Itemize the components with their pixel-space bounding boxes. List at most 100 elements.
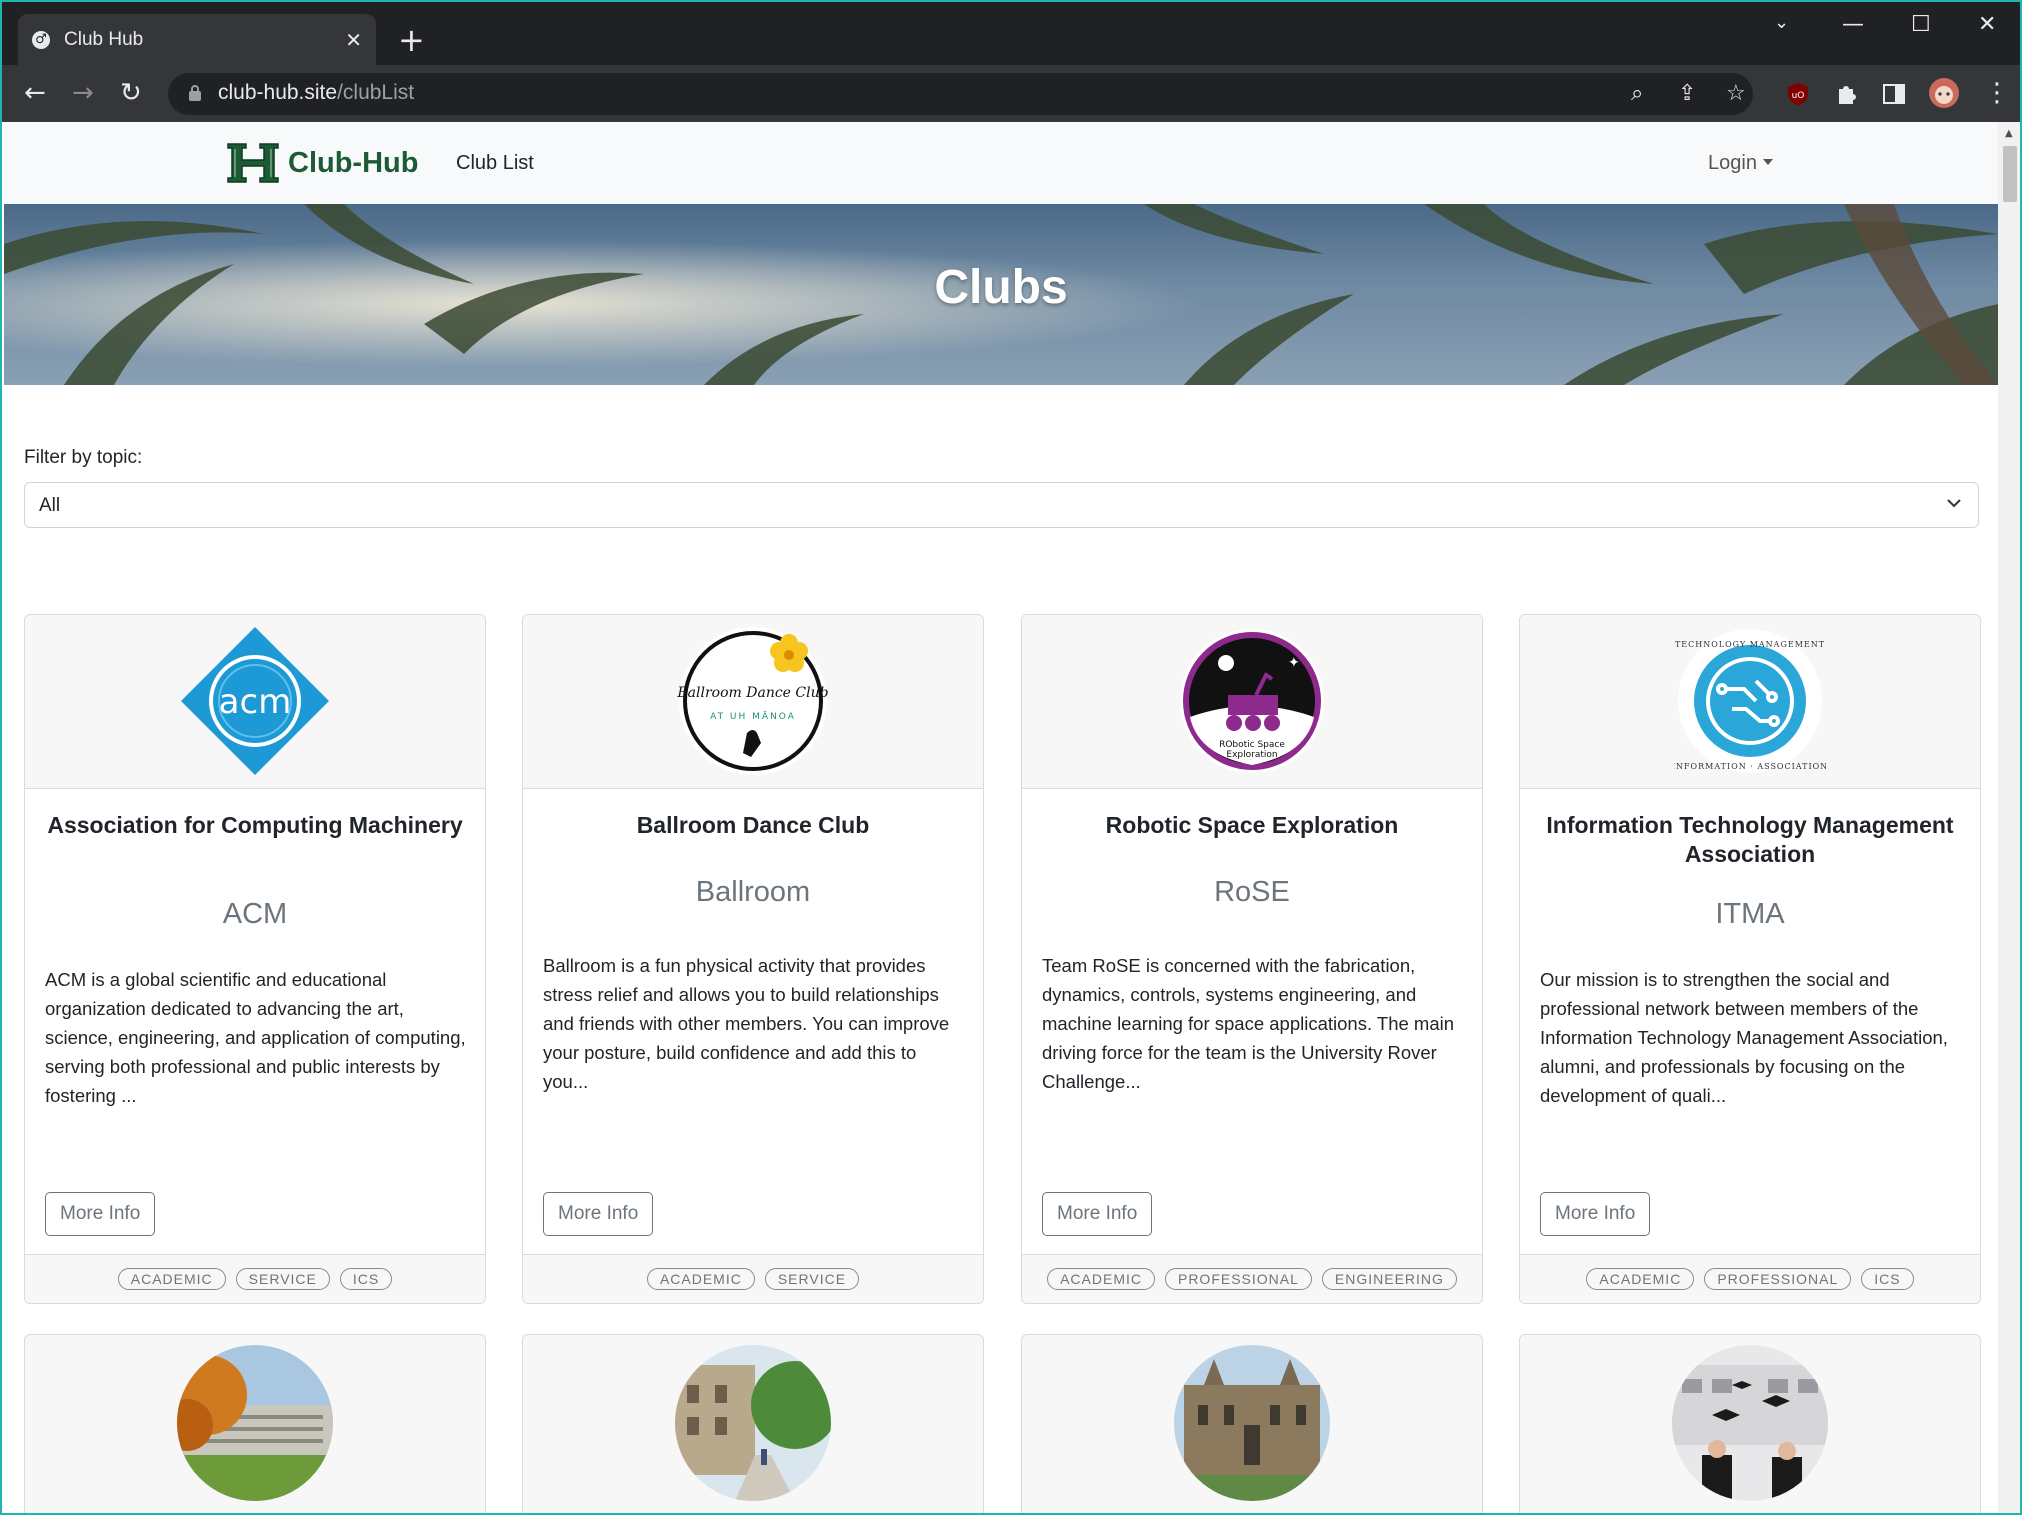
club-name: Robotic Space Exploration [1105,812,1399,838]
scrollbar-thumb[interactable] [2003,146,2017,202]
brand-name: Club-Hub [288,146,419,179]
club-photo-graduation [1672,1345,1828,1501]
tag-badge[interactable]: ACADEMIC [1047,1268,1155,1290]
club-card [1021,1334,1483,1513]
share-icon[interactable]: ⇪ [1678,81,1696,106]
chevron-down-icon [1947,499,1961,508]
rose-logo-text: RObotic Space [1219,740,1285,750]
club-card [522,1334,984,1513]
tag-badge[interactable]: ENGINEERING [1321,1268,1457,1290]
ballroom-logo-subtext: AT UH MĀNOA [710,711,796,722]
club-description: Our mission is to strengthen the social … [1540,969,1948,1106]
club-photo-campus-path [675,1345,831,1501]
tag-badge[interactable]: SERVICE [235,1268,330,1290]
more-info-button[interactable]: More Info [543,1192,654,1236]
more-info-button[interactable]: More Info [1540,1192,1651,1236]
more-info-button[interactable]: More Info [1042,1192,1153,1236]
club-card [24,1334,486,1513]
topic-filter-select[interactable]: All [24,482,1979,528]
tag-badge[interactable]: PROFESSIONAL [1164,1268,1312,1290]
zoom-icon[interactable]: ⌕ [1631,81,1643,106]
ublock-icon[interactable]: uO [1785,81,1811,107]
close-window-icon[interactable]: ✕ [1978,12,1996,37]
rose-logo-subtext: Exploration [1226,750,1277,760]
tag-badge[interactable]: ICS [339,1268,393,1290]
page-viewport: Club-Hub Club List Login Clubs Filter by… [4,122,1998,1513]
profile-avatar[interactable] [1928,77,1960,109]
close-tab-icon[interactable]: ✕ [345,28,362,52]
svg-text:✦: ✦ [1288,655,1300,671]
tag-list: ACADEMIC SERVICE ICS [25,1254,485,1303]
url-text: club-hub.site/clubList [218,81,414,105]
tag-list: ACADEMIC SERVICE [523,1254,983,1303]
card-image-area: ✦ RObotic Space Exploration [1022,615,1482,789]
card-image-area: TECHNOLOGY MANAGEMENT INFORMATION · ASSO… [1520,615,1980,789]
card-image-area: Ballroom Dance Club AT UH MĀNOA [523,615,983,789]
tab-strip: ♂ Club Hub ✕ + ⌄ — ☐ ✕ [2,2,2020,65]
club-card: Ballroom Dance Club AT UH MĀNOA Ballroom… [522,614,984,1304]
minimize-icon[interactable]: — [1842,12,1864,37]
reload-icon[interactable]: ↻ [120,79,142,107]
side-panel-icon[interactable] [1881,81,1907,107]
extensions-icon[interactable] [1833,81,1859,107]
page-scrollbar[interactable]: ▲ [1998,122,2020,1513]
browser-menu-icon[interactable]: ⋮ [1984,79,2010,107]
tab-search-icon[interactable]: ⌄ [1774,12,1789,33]
brand-logo[interactable]: Club-Hub [226,140,418,186]
club-photo-gothic-building [1174,1345,1330,1501]
tag-badge[interactable]: ACADEMIC [646,1268,755,1290]
card-image-area: acm [25,615,485,789]
url-path: /clubList [337,81,415,104]
filter-label: Filter by topic: [24,447,143,468]
ballroom-logo: Ballroom Dance Club AT UH MĀNOA [677,627,829,775]
forward-icon[interactable]: → [72,79,94,107]
club-abbreviation: RoSE [1214,876,1290,908]
site-navbar: Club-Hub Club List Login [4,122,1998,204]
tag-badge[interactable]: ACADEMIC [117,1268,226,1290]
club-card: ✦ RObotic Space Exploration Robotic Spac… [1021,614,1483,1304]
club-card: acm Association for Computing Machinery … [24,614,486,1304]
maximize-icon[interactable]: ☐ [1911,12,1931,37]
tag-badge[interactable]: ACADEMIC [1586,1268,1695,1290]
club-card [1519,1334,1981,1513]
club-description: ACM is a global scientific and education… [45,969,466,1106]
club-abbreviation: Ballroom [695,876,811,908]
club-description: Ballroom is a fun physical activity that… [543,955,950,1092]
club-description: Team RoSE is concerned with the fabricat… [1042,955,1455,1092]
club-card: TECHNOLOGY MANAGEMENT INFORMATION · ASSO… [1519,614,1981,1304]
tag-badge[interactable]: PROFESSIONAL [1704,1268,1852,1290]
club-abbreviation: ITMA [1715,898,1785,930]
nav-club-list-link[interactable]: Club List [456,152,534,175]
browser-toolbar: ← → ↻ club-hub.site/clubList ⌕ ⇪ ☆ uO ⋮ [2,65,2020,122]
tag-list: ACADEMIC PROFESSIONAL ICS [1520,1254,1980,1303]
tag-badge[interactable]: ICS [1861,1268,1914,1290]
acm-logo: acm [181,627,329,775]
address-bar[interactable]: club-hub.site/clubList ⌕ ⇪ ☆ [168,73,1753,115]
bookmark-star-icon[interactable]: ☆ [1726,81,1746,106]
ballroom-logo-text: Ballroom Dance Club [677,685,829,701]
club-name: Ballroom Dance Club [636,812,870,838]
club-name: Association for Computing Machinery [47,812,463,838]
new-tab-icon[interactable]: + [398,24,425,56]
itma-logo-subtext: INFORMATION · ASSOCIATION [1674,762,1826,771]
club-photo-autumn-building [177,1345,333,1501]
lock-icon [189,85,201,101]
filter-selected-value: All [39,495,61,516]
more-info-button[interactable]: More Info [45,1192,156,1236]
uh-h-logo-icon [227,143,279,183]
page-title: Clubs [934,261,1068,314]
tab-title: Club Hub [64,28,144,50]
url-domain: club-hub.site [218,81,338,104]
login-dropdown[interactable]: Login [1708,152,1773,175]
svg-text:uO: uO [1792,91,1805,101]
browser-tab[interactable]: ♂ Club Hub ✕ [18,14,376,65]
tag-badge[interactable]: SERVICE [764,1268,860,1290]
acm-logo-text: acm [219,682,292,722]
itma-logo-text: TECHNOLOGY MANAGEMENT [1675,640,1825,649]
browser-window: ♂ Club Hub ✕ + ⌄ — ☐ ✕ ← → ↻ club-hub.si… [0,0,2022,1515]
back-icon[interactable]: ← [24,79,46,107]
scroll-up-icon[interactable]: ▲ [2005,128,2013,139]
rose-logo: ✦ RObotic Space Exploration [1180,629,1324,773]
itma-logo: TECHNOLOGY MANAGEMENT INFORMATION · ASSO… [1674,629,1826,773]
club-name: Information Technology Management Associ… [1546,812,1954,867]
